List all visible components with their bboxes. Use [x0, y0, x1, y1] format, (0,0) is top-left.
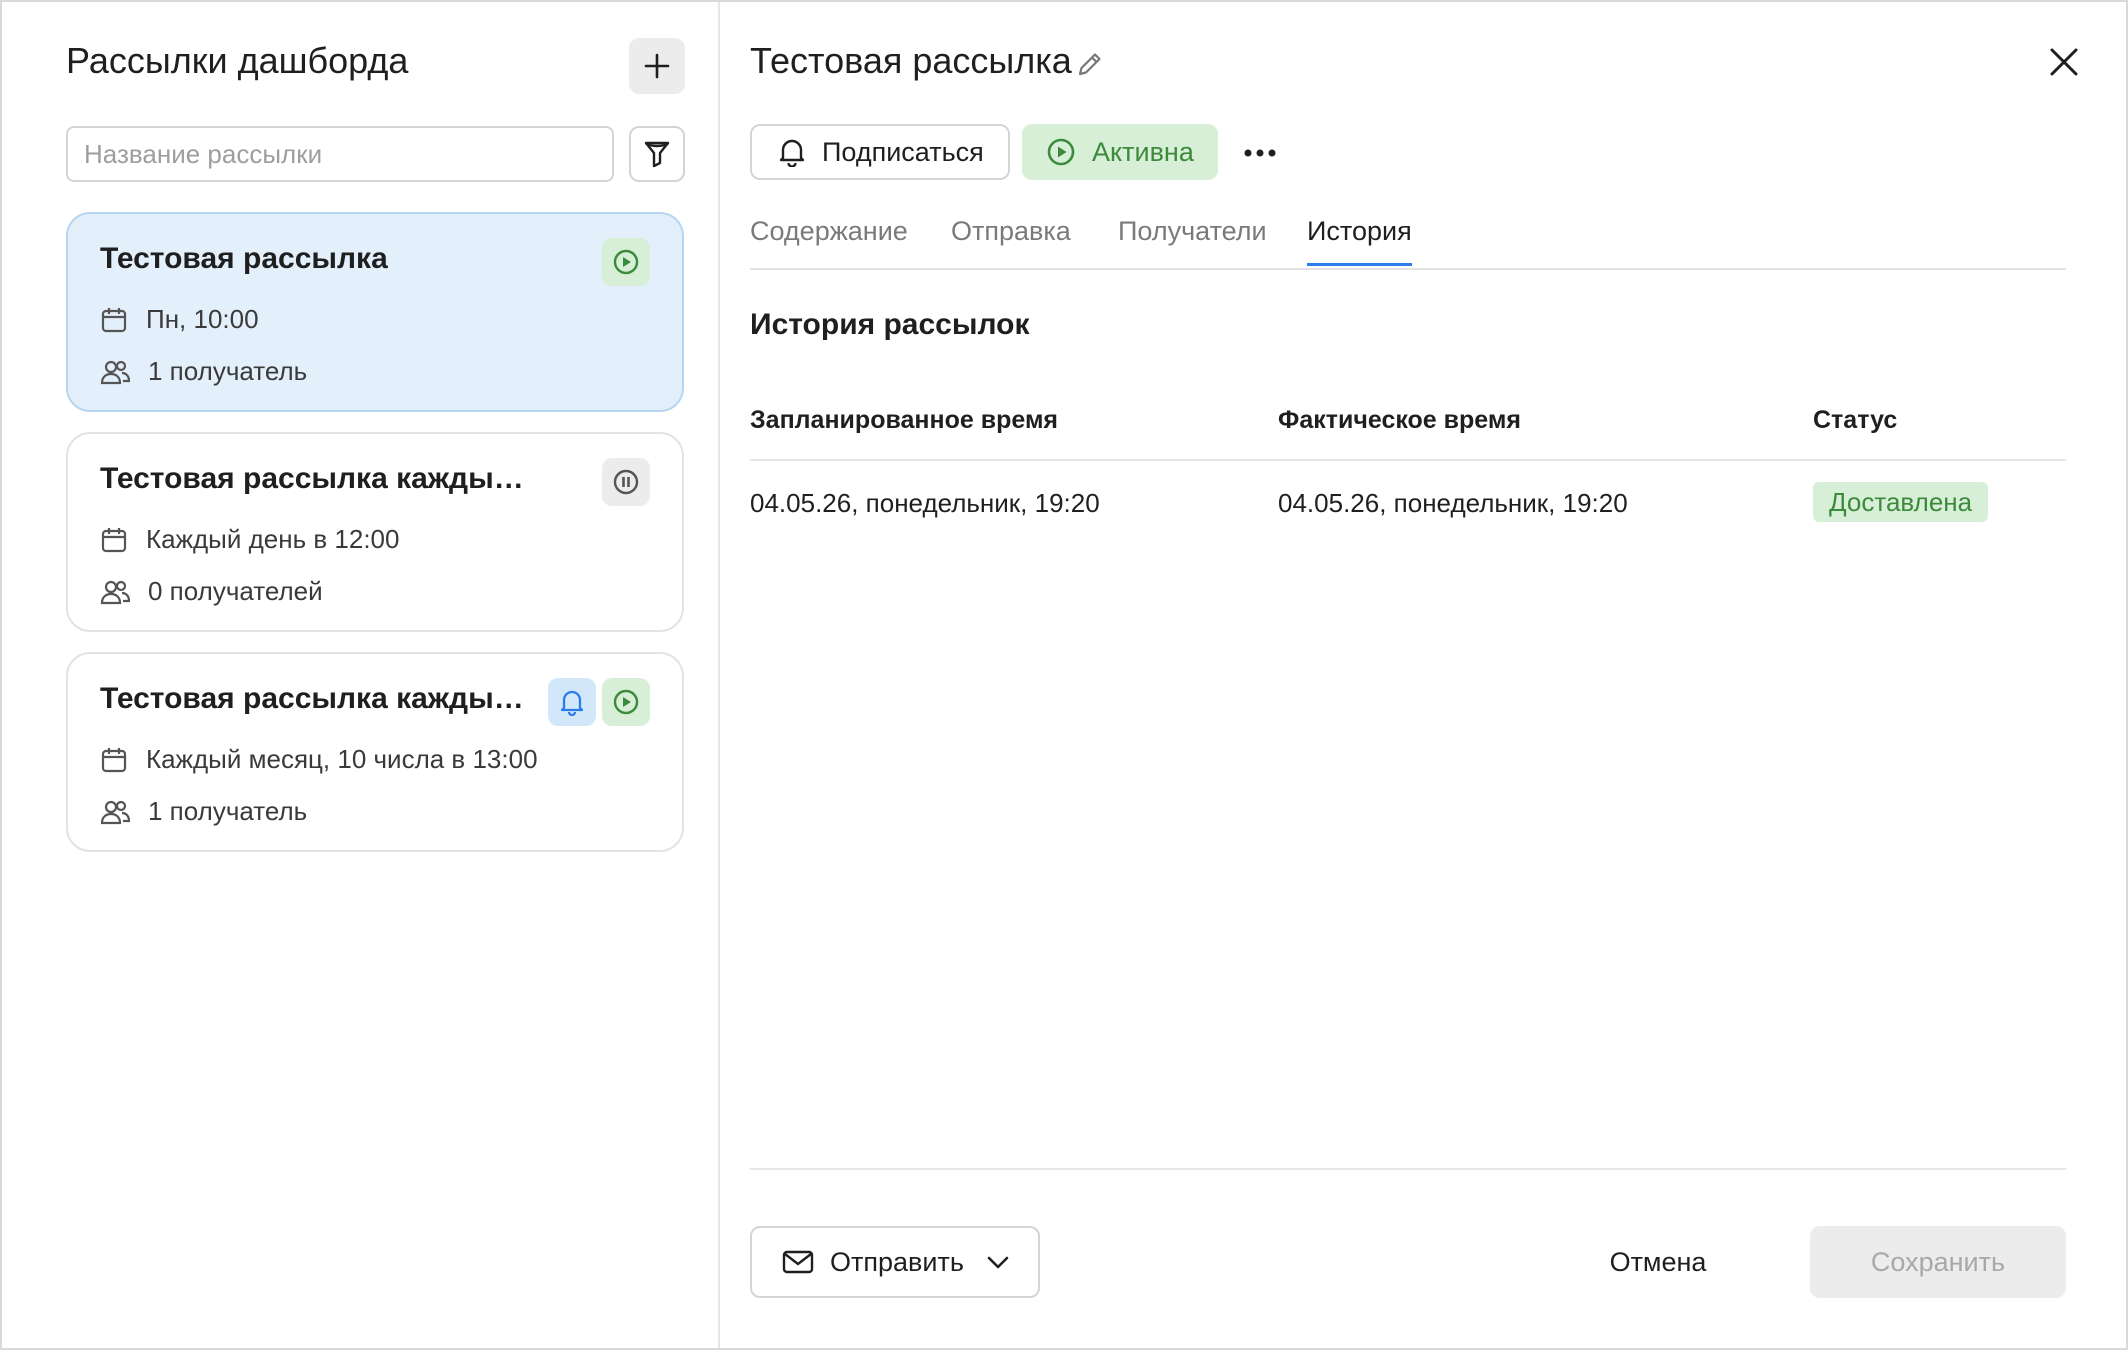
- schedule-text: Пн, 10:00: [146, 304, 259, 334]
- users-icon: [100, 580, 130, 604]
- bell-icon: [779, 139, 805, 167]
- active-status-badge: [602, 678, 650, 726]
- calendar-icon: [101, 747, 127, 772]
- chevron-down-icon: [987, 1256, 1009, 1269]
- calendar-icon: [101, 307, 127, 332]
- mailing-card-schedule: Каждый месяц, 10 числа в 13:00: [100, 744, 538, 775]
- sidebar-title: Рассылки дашборда: [66, 40, 409, 81]
- play-circle-icon: [613, 249, 639, 275]
- tab-history[interactable]: История: [1307, 216, 1412, 266]
- history-section-title: История рассылок: [750, 308, 1030, 341]
- bell-icon: [560, 690, 584, 716]
- search-input[interactable]: [66, 126, 614, 182]
- users-icon: [100, 360, 130, 384]
- mailing-card-title: Тестовая рассылка каждый день: [100, 462, 540, 495]
- funnel-icon: [644, 141, 670, 168]
- mailing-card-title: Тестовая рассылка: [100, 242, 388, 275]
- pause-circle-icon: [613, 469, 639, 495]
- mailing-card[interactable]: Тестовая рассылка каждый день Каждый ден…: [66, 432, 684, 632]
- users-icon: [100, 800, 130, 824]
- schedule-text: Каждый день в 12:00: [146, 524, 400, 554]
- play-circle-icon: [613, 689, 639, 715]
- mailing-dialog: Рассылки дашборда Тестовая рассылка: [0, 0, 2128, 1350]
- envelope-icon: [782, 1250, 814, 1274]
- filter-button[interactable]: [629, 126, 685, 182]
- mailing-card-recipients: 1 получатель: [100, 796, 307, 827]
- subscribed-badge: [548, 678, 596, 726]
- mailing-card[interactable]: Тестовая рассылка каждый м... Каждый мес…: [66, 652, 684, 852]
- column-header-planned: Запланированное время: [750, 406, 1059, 434]
- footer-divider: [750, 1168, 2066, 1170]
- mailing-card-schedule: Каждый день в 12:00: [100, 524, 399, 555]
- detail-title: Тестовая рассылка: [750, 40, 1072, 81]
- detail-tabs: Содержание Отправка Получатели История: [750, 212, 2066, 270]
- pencil-icon[interactable]: [1076, 50, 1104, 78]
- delivery-status-badge: Доставлена: [1813, 482, 1989, 522]
- column-header-status: Статус: [1813, 406, 1898, 434]
- mailing-card[interactable]: Тестовая рассылка Пн, 10:00 1 получатель: [66, 212, 684, 412]
- save-button[interactable]: Сохранить: [1810, 1226, 2066, 1298]
- subscribe-label: Подписаться: [822, 136, 984, 167]
- schedule-text: Каждый месяц, 10 числа в 13:00: [146, 744, 538, 774]
- mailing-detail: Тестовая рассылка Подписаться Активна Со…: [720, 2, 2126, 1348]
- history-cell-planned: 04.05.26, понедельник, 19:20: [750, 488, 1100, 518]
- recipients-text: 0 получателей: [148, 576, 323, 606]
- mailing-card-title: Тестовая рассылка каждый м...: [100, 682, 540, 715]
- table-divider: [750, 459, 2066, 461]
- status-toggle-button[interactable]: Активна: [1022, 124, 1218, 180]
- column-header-actual: Фактическое время: [1278, 406, 1521, 434]
- subscribe-button[interactable]: Подписаться: [750, 124, 1010, 180]
- recipients-text: 1 получатель: [148, 356, 308, 386]
- send-label: Отправить: [830, 1246, 964, 1277]
- tab-content[interactable]: Содержание: [750, 216, 908, 263]
- more-options-icon[interactable]: [1240, 138, 1280, 168]
- paused-status-badge: [602, 458, 650, 506]
- tab-recipients[interactable]: Получатели: [1118, 216, 1267, 263]
- history-cell-actual: 04.05.26, понедельник, 19:20: [1278, 488, 1628, 518]
- mailing-card-schedule: Пн, 10:00: [100, 304, 259, 335]
- mailings-sidebar: Рассылки дашборда Тестовая рассылка: [2, 2, 720, 1348]
- mailing-card-recipients: 1 получатель: [100, 356, 307, 387]
- calendar-icon: [101, 527, 127, 552]
- add-mailing-button[interactable]: [629, 38, 685, 94]
- close-icon[interactable]: [2048, 46, 2080, 78]
- plus-icon: [644, 53, 670, 79]
- cancel-button[interactable]: Отмена: [1588, 1226, 1728, 1298]
- recipients-text: 1 получатель: [148, 796, 308, 826]
- mailing-card-recipients: 0 получателей: [100, 576, 323, 607]
- active-status-badge: [602, 238, 650, 286]
- send-dropdown-button[interactable]: Отправить: [750, 1226, 1040, 1298]
- play-circle-icon: [1047, 138, 1075, 166]
- tab-sending[interactable]: Отправка: [951, 216, 1071, 263]
- status-label: Активна: [1092, 136, 1194, 167]
